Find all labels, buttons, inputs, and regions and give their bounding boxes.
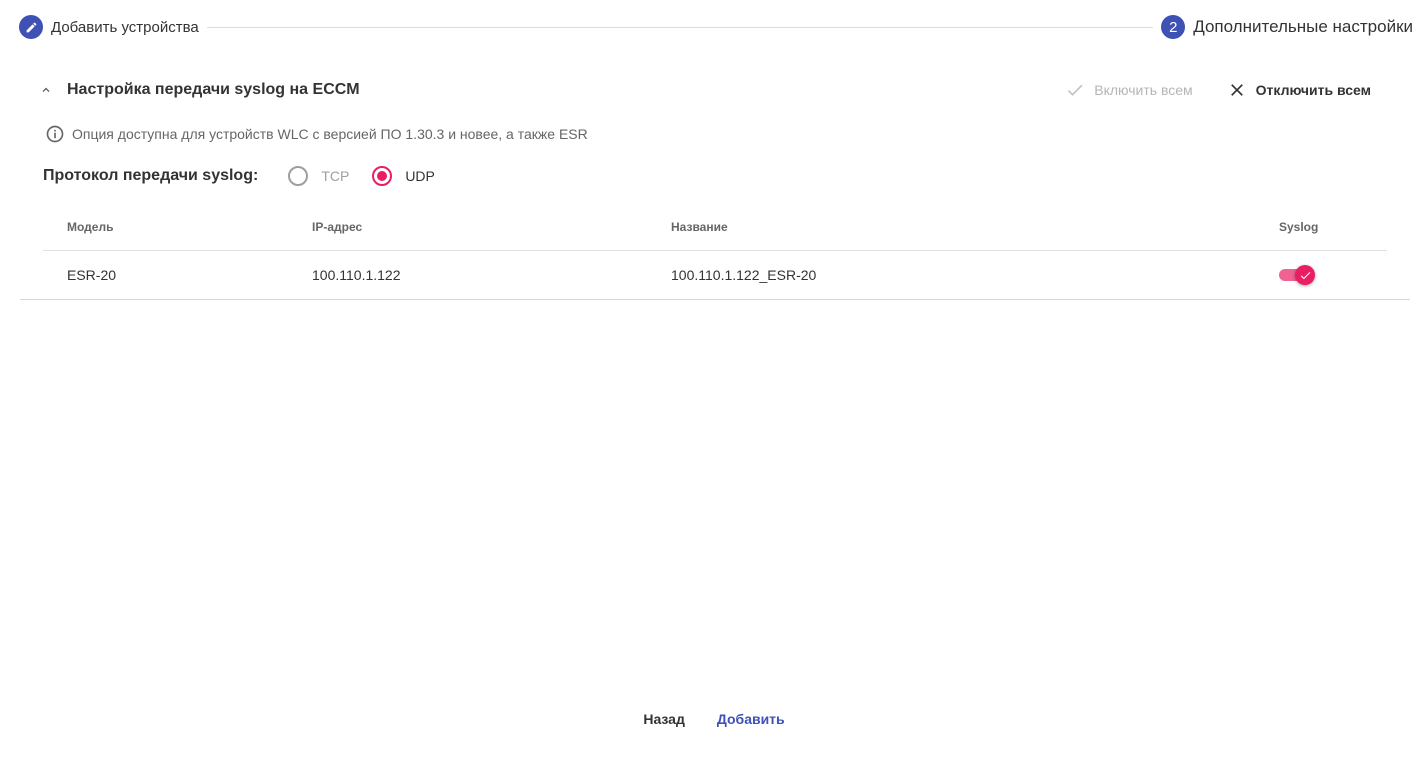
- header-actions: Включить всем Отключить всем: [1065, 80, 1383, 100]
- column-header-syslog[interactable]: Syslog: [1279, 220, 1318, 234]
- section-title: Настройка передачи syslog на ECCM: [67, 81, 360, 98]
- back-button[interactable]: Назад: [627, 711, 701, 727]
- disable-all-label: Отключить всем: [1255, 82, 1371, 98]
- syslog-section-header: Настройка передачи syslog на ECCM Включи…: [38, 76, 1383, 104]
- radio-udp-circle[interactable]: [372, 166, 393, 186]
- radio-udp-label: UDP: [405, 168, 435, 184]
- table-divider: [20, 299, 1410, 300]
- info-text: Опция доступна для устройств WLC с верси…: [72, 126, 588, 142]
- enable-all-button[interactable]: Включить всем: [1065, 80, 1193, 100]
- column-header-ip[interactable]: IP-адрес: [312, 220, 362, 234]
- table-row: ESR-20 100.110.1.122 100.110.1.122_ESR-2…: [43, 251, 1387, 299]
- syslog-toggle-cell: [1279, 265, 1315, 285]
- stepper: Добавить устройства 2 Дополнительные нас…: [19, 14, 1413, 40]
- devices-table: Модель IP-адрес Название Syslog ESR-20 1…: [43, 204, 1387, 299]
- check-icon: [1068, 84, 1083, 96]
- stepper-divider: [206, 26, 1154, 28]
- column-header-name[interactable]: Название: [671, 220, 728, 234]
- pencil-icon: [19, 15, 43, 39]
- info-note: Опция доступна для устройств WLC с верси…: [45, 124, 588, 144]
- add-button[interactable]: Добавить: [701, 711, 801, 727]
- info-icon: [46, 125, 64, 143]
- syslog-toggle[interactable]: [1279, 265, 1315, 285]
- step-additional-settings[interactable]: 2 Дополнительные настройки: [1161, 15, 1413, 39]
- check-icon: [1295, 265, 1315, 285]
- add-devices-dialog: Добавить устройства 2 Дополнительные нас…: [0, 0, 1428, 761]
- cell-model: ESR-20: [67, 267, 117, 283]
- step-add-devices[interactable]: Добавить устройства: [19, 15, 199, 39]
- step-add-devices-label: Добавить устройства: [51, 18, 199, 36]
- step-additional-settings-label: Дополнительные настройки: [1193, 17, 1413, 36]
- chevron-up-icon[interactable]: [38, 82, 54, 98]
- close-icon: [1230, 84, 1243, 96]
- radio-tcp-label: TCP: [321, 168, 350, 184]
- protocol-selector: Протокол передачи syslog: TCP UDP: [43, 163, 458, 189]
- table-header-row: Модель IP-адрес Название Syslog: [43, 204, 1387, 251]
- disable-all-button[interactable]: Отключить всем: [1227, 80, 1371, 100]
- radio-udp[interactable]: UDP: [372, 166, 435, 186]
- step-number-badge: 2: [1161, 15, 1186, 39]
- column-header-model[interactable]: Модель: [67, 220, 113, 234]
- cell-ip: 100.110.1.122: [312, 267, 401, 283]
- radio-tcp-circle[interactable]: [288, 166, 309, 186]
- protocol-label: Протокол передачи syslog:: [43, 167, 259, 184]
- enable-all-label: Включить всем: [1094, 82, 1193, 98]
- cell-name: 100.110.1.122_ESR-20: [671, 267, 817, 283]
- dialog-footer: Назад Добавить: [0, 706, 1428, 732]
- radio-tcp[interactable]: TCP: [288, 166, 349, 186]
